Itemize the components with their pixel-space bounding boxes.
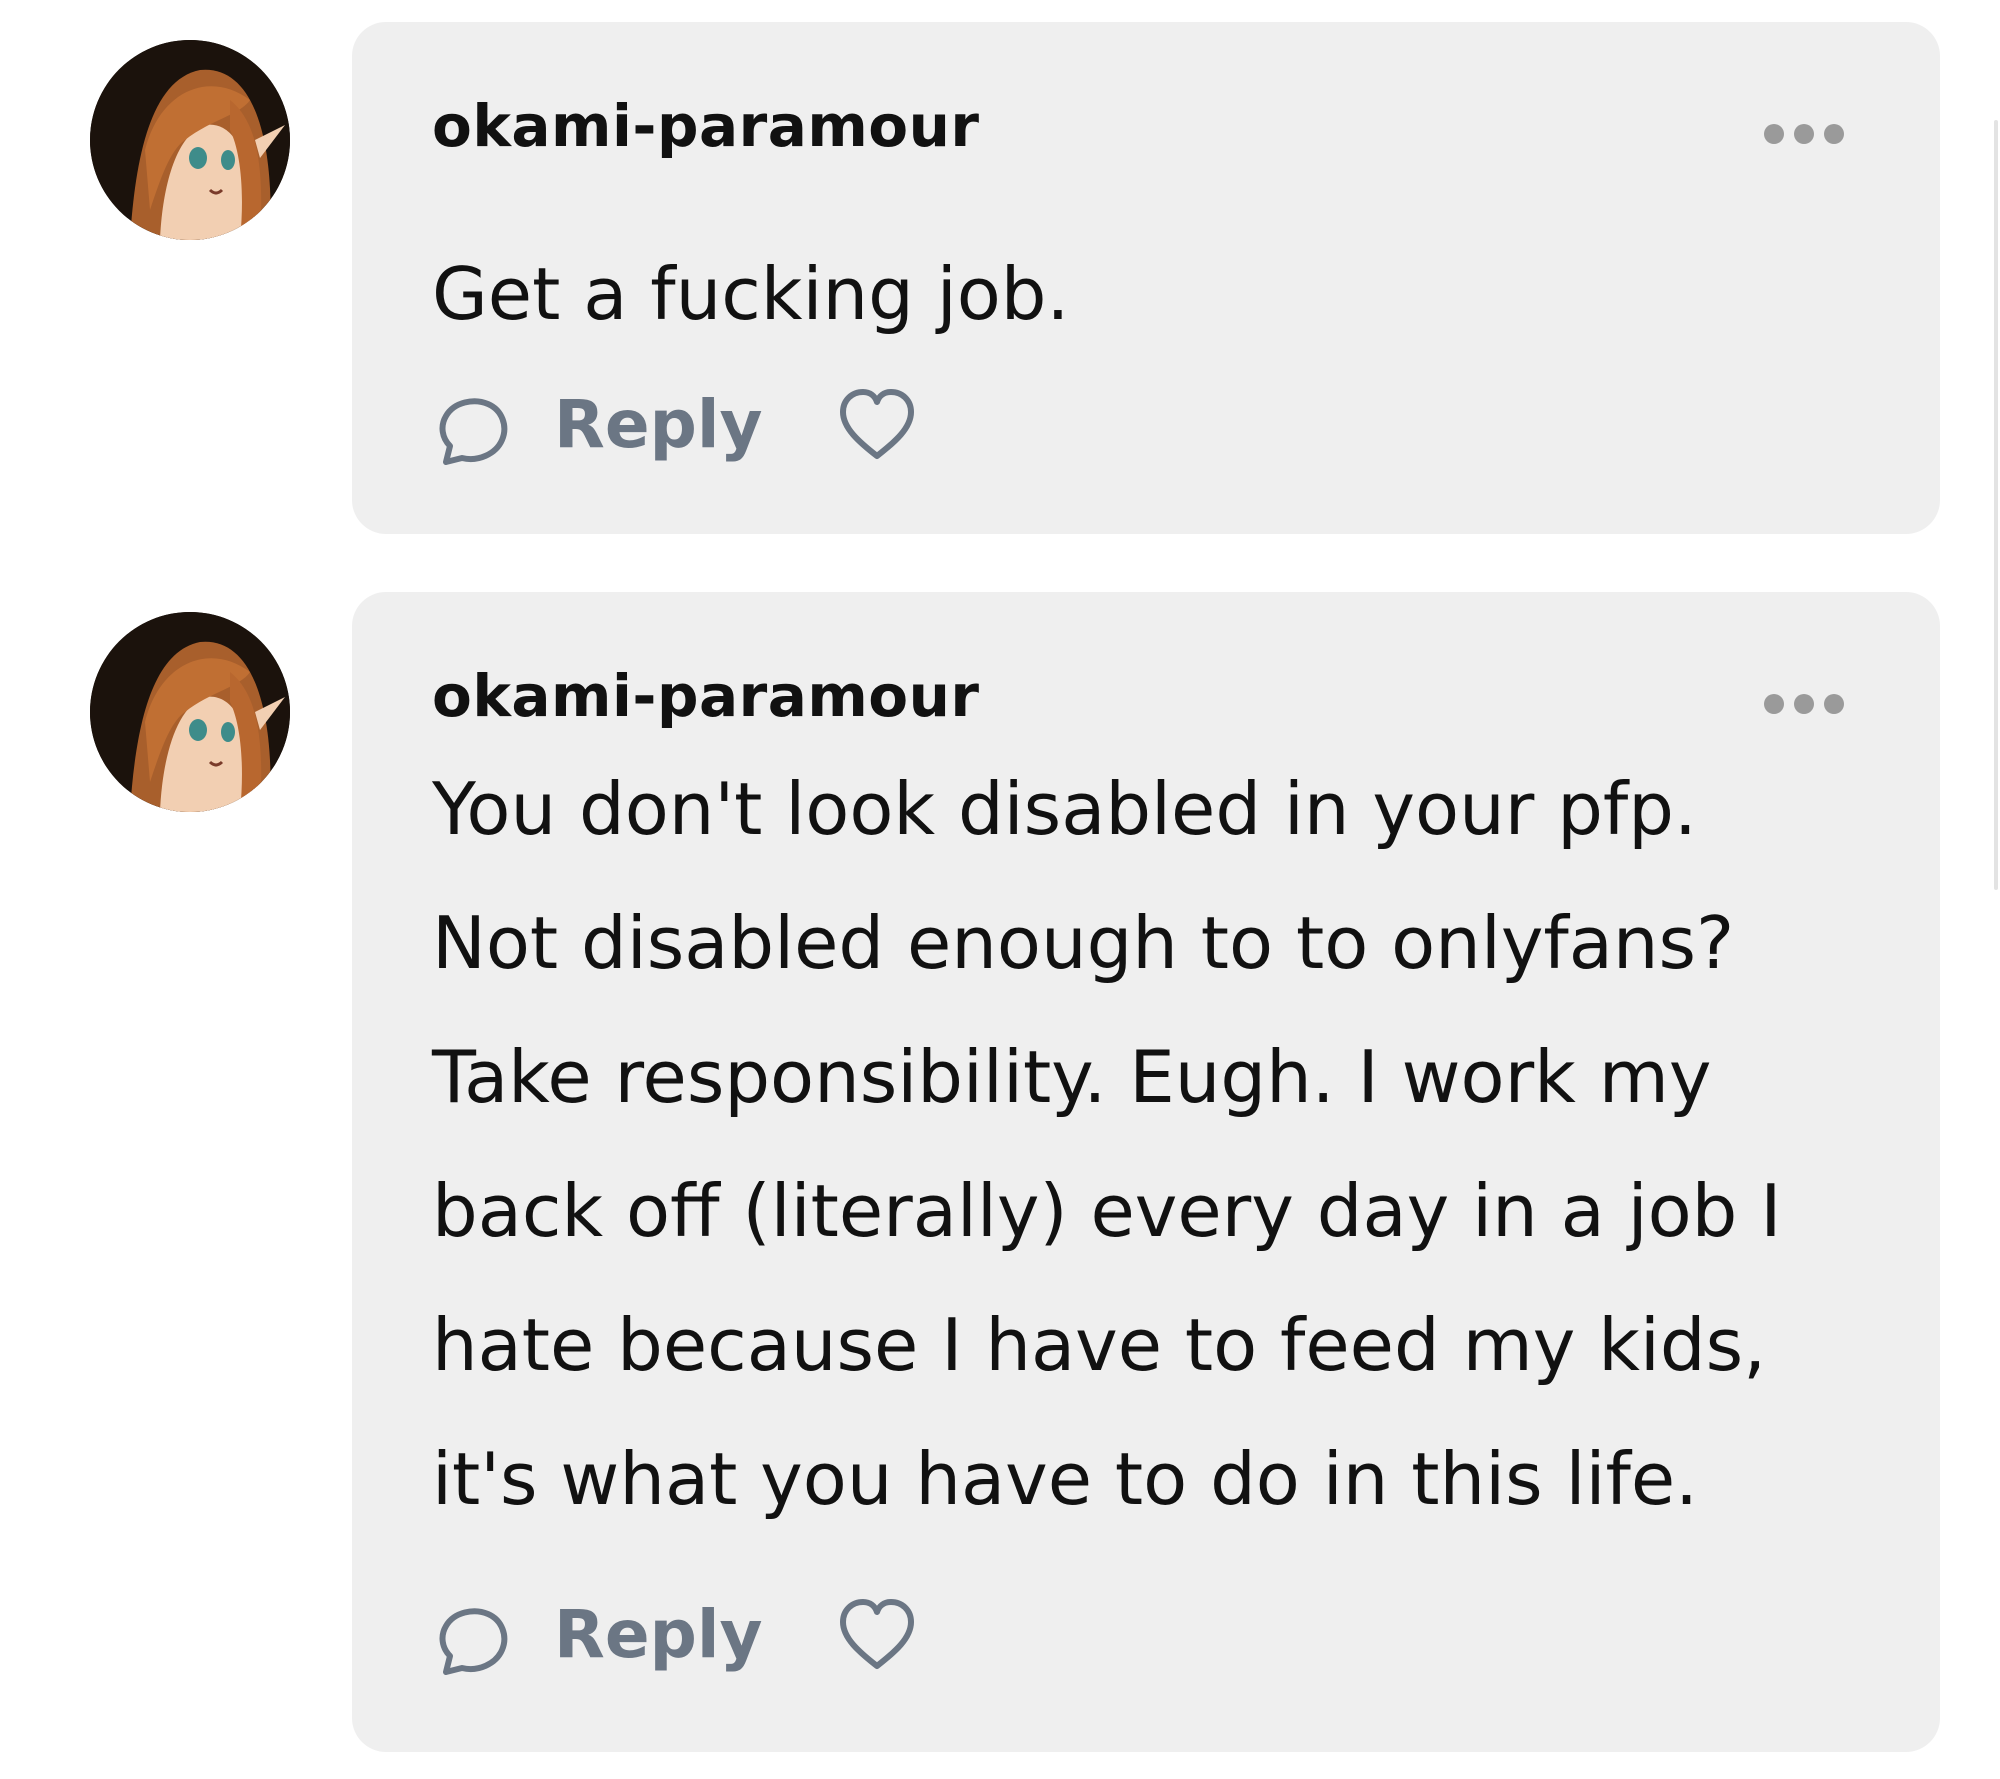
more-dots-icon[interactable] (1762, 122, 1846, 146)
comment-body-line: You don't look disabled in your pfp. (432, 767, 1697, 851)
reply-button[interactable]: Reply (432, 1592, 772, 1682)
comment-bubble: okami-paramour Get a fucking job. Reply (352, 22, 1940, 534)
comment-body: You don't look disabled in your pfp. Not… (432, 742, 1862, 1546)
avatar[interactable] (90, 40, 290, 240)
heart-icon (840, 389, 914, 459)
comment-username[interactable]: okami-paramour (432, 662, 980, 730)
like-button[interactable] (837, 1596, 917, 1676)
anime-avatar-icon (90, 40, 290, 240)
comment-body-line: hate because I have to feed my kids, (432, 1303, 1767, 1387)
reply-button[interactable]: Reply (432, 382, 772, 472)
scrollbar[interactable] (1994, 120, 1998, 890)
more-dots-icon[interactable] (1762, 692, 1846, 716)
comment-body-line: Get a fucking job. (432, 252, 1070, 336)
comment-body: Get a fucking job. (432, 227, 1862, 361)
anime-avatar-icon (90, 612, 290, 812)
comment-thread: okami-paramour Get a fucking job. Reply (0, 0, 2000, 1779)
comment-body-line: back off (literally) every day in a job … (432, 1169, 1782, 1253)
speech-bubble-icon (439, 1608, 508, 1675)
comment-body-line: Take responsibility. Eugh. I work my (432, 1035, 1712, 1119)
reply-label: Reply (554, 386, 763, 463)
reply-label: Reply (554, 1596, 763, 1673)
comment-bubble: okami-paramour You don't look disabled i… (352, 592, 1940, 1752)
avatar[interactable] (90, 612, 290, 812)
comment-username[interactable]: okami-paramour (432, 92, 980, 160)
comment-body-line: Not disabled enough to to onlyfans? (432, 901, 1735, 985)
heart-icon (840, 1599, 914, 1669)
speech-bubble-icon (439, 398, 508, 465)
like-button[interactable] (837, 386, 917, 466)
comment-body-line: it's what you have to do in this life. (432, 1437, 1699, 1521)
